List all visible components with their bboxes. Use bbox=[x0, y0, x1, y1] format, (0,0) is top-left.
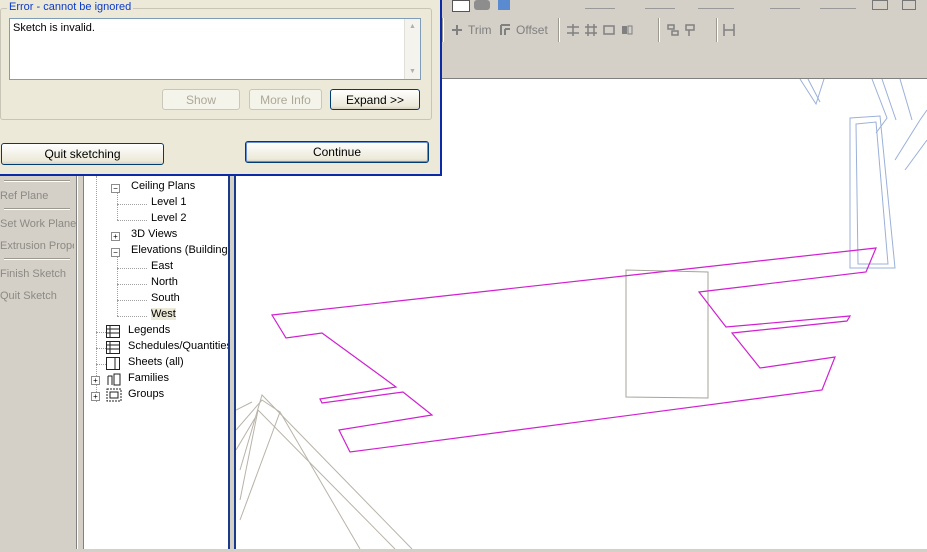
extrusion-properties-item[interactable]: Extrusion Properties bbox=[0, 240, 74, 252]
view-icon-2[interactable] bbox=[474, 0, 490, 10]
trim-label: Trim bbox=[468, 23, 492, 37]
design-bar: Ref Plane Set Work Plane Extrusion Prope… bbox=[0, 176, 77, 549]
expand-button[interactable]: Expand >> bbox=[330, 89, 420, 110]
tree-guide bbox=[96, 348, 106, 349]
toolbar-separator bbox=[716, 18, 718, 42]
error-dialog: Error - cannot be ignored Sketch is inva… bbox=[0, 0, 442, 176]
tree-3d-views[interactable]: 3D Views bbox=[131, 228, 177, 240]
message-scrollbar[interactable]: ▲ ▼ bbox=[404, 19, 420, 79]
tree-ceiling-plans[interactable]: Ceiling Plans bbox=[131, 180, 195, 192]
tree-guide bbox=[117, 284, 147, 285]
tree-level-1[interactable]: Level 1 bbox=[151, 196, 186, 208]
toolbar-box-icon[interactable] bbox=[872, 0, 888, 10]
families-icon bbox=[107, 373, 121, 386]
tree-level-2[interactable]: Level 2 bbox=[151, 212, 186, 224]
ref-plane-item[interactable]: Ref Plane bbox=[0, 190, 48, 202]
error-groupbox: Error - cannot be ignored Sketch is inva… bbox=[0, 1, 432, 120]
split-icon[interactable] bbox=[566, 23, 580, 37]
measure-icon bbox=[723, 24, 735, 36]
view-icon-1[interactable] bbox=[452, 0, 470, 12]
trim-button[interactable]: Trim bbox=[450, 20, 492, 40]
toolbar-separator bbox=[658, 18, 660, 42]
match-icon[interactable] bbox=[666, 23, 680, 37]
tree-north[interactable]: North bbox=[151, 276, 178, 288]
error-message: Sketch is invalid. bbox=[13, 22, 95, 34]
design-bar-separator bbox=[4, 180, 70, 182]
legends-icon bbox=[106, 325, 120, 338]
sketch-lines[interactable] bbox=[270, 247, 877, 453]
tree-guide bbox=[96, 176, 97, 402]
model-geometry-blue bbox=[799, 78, 927, 269]
message-area[interactable]: Sketch is invalid. ▲ ▼ bbox=[9, 18, 421, 80]
expand-families-icon[interactable]: + bbox=[91, 376, 100, 385]
toolbar-box-icon-2[interactable] bbox=[902, 0, 916, 10]
offset-button[interactable]: Offset bbox=[498, 20, 548, 40]
tree-families[interactable]: Families bbox=[128, 372, 169, 384]
tree-guide bbox=[117, 204, 147, 205]
copy-icon[interactable] bbox=[645, 0, 675, 9]
tree-elevations[interactable]: Elevations (Building Elevation) bbox=[131, 244, 229, 256]
view-window-border bbox=[228, 176, 236, 549]
collapse-ceiling-plans-icon[interactable]: − bbox=[111, 184, 120, 193]
tree-guide bbox=[117, 316, 147, 317]
quit-sketching-button[interactable]: Quit sketching bbox=[1, 143, 164, 165]
scroll-down-arrow-icon[interactable]: ▼ bbox=[406, 65, 419, 78]
schedules-icon bbox=[106, 341, 120, 354]
finish-sketch-item[interactable]: Finish Sketch bbox=[0, 268, 66, 280]
tree-legends[interactable]: Legends bbox=[128, 324, 170, 336]
more-info-button[interactable]: More Info bbox=[249, 89, 322, 110]
project-browser: − Ceiling Plans Level 1 Level 2 + 3D Vie… bbox=[83, 176, 229, 549]
pin-icon[interactable] bbox=[602, 23, 616, 37]
tree-west-label: West bbox=[151, 308, 176, 320]
split-walls-icon[interactable] bbox=[584, 23, 598, 37]
match-tools bbox=[666, 20, 698, 40]
collapse-elevations-icon[interactable]: − bbox=[111, 248, 120, 257]
tree-guide bbox=[96, 364, 106, 365]
move-icon[interactable] bbox=[585, 0, 615, 9]
tree-guide bbox=[117, 256, 118, 316]
continue-button[interactable]: Continue bbox=[245, 141, 429, 163]
rotate-icon[interactable] bbox=[698, 0, 734, 9]
set-work-plane-item[interactable]: Set Work Plane bbox=[0, 218, 76, 230]
edit-toolbar: Trim Offset bbox=[440, 12, 927, 49]
tree-groups[interactable]: Groups bbox=[128, 388, 164, 400]
tree-guide bbox=[96, 332, 106, 333]
tree-guide bbox=[117, 268, 147, 269]
paint-icon[interactable] bbox=[684, 23, 698, 37]
reference-rectangle bbox=[625, 269, 709, 399]
tree-sheets[interactable]: Sheets (all) bbox=[128, 356, 184, 368]
expand-3d-views-icon[interactable]: + bbox=[111, 232, 120, 241]
show-button[interactable]: Show bbox=[162, 89, 240, 110]
3d-view-icon[interactable] bbox=[498, 0, 510, 10]
tree-guide bbox=[117, 192, 118, 220]
tree-schedules[interactable]: Schedules/Quantities bbox=[128, 340, 229, 352]
expand-groups-icon[interactable]: + bbox=[91, 392, 100, 401]
tree-guide bbox=[117, 300, 147, 301]
align-tools bbox=[566, 20, 634, 40]
tree-west[interactable]: West bbox=[151, 308, 176, 320]
design-bar-separator bbox=[4, 208, 70, 210]
array-icon[interactable] bbox=[770, 0, 800, 9]
toolbar-separator bbox=[558, 18, 560, 42]
unpin-icon[interactable] bbox=[620, 23, 634, 37]
offset-icon bbox=[500, 24, 510, 35]
options-bar bbox=[440, 48, 927, 79]
model-geometry-grey bbox=[235, 394, 413, 550]
tree-east[interactable]: East bbox=[151, 260, 173, 272]
measure-tool[interactable] bbox=[722, 20, 736, 40]
sheets-icon bbox=[106, 357, 120, 370]
scroll-up-arrow-icon[interactable]: ▲ bbox=[406, 20, 419, 33]
offset-label: Offset bbox=[516, 23, 548, 37]
trim-icon bbox=[452, 25, 462, 35]
error-group-title: Error - cannot be ignored bbox=[7, 1, 134, 13]
tree-south[interactable]: South bbox=[151, 292, 180, 304]
quit-sketch-item[interactable]: Quit Sketch bbox=[0, 290, 57, 302]
groups-icon bbox=[106, 388, 122, 402]
mirror-icon[interactable] bbox=[820, 0, 856, 9]
design-bar-separator bbox=[4, 258, 70, 260]
toolbar-separator bbox=[442, 18, 444, 42]
tree-guide bbox=[117, 220, 147, 221]
